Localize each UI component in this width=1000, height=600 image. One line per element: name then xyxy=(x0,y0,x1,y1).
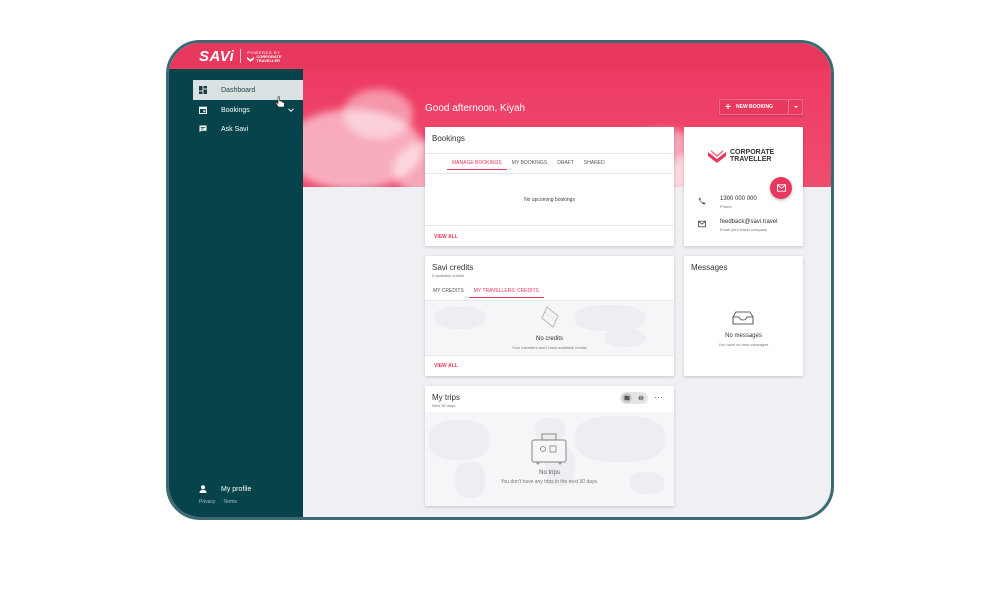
map-continent xyxy=(429,420,489,460)
phone-icon xyxy=(698,197,706,205)
bookings-tabs: MANAGE BOOKINGS MY BOOKINGS DRAFT SHARED xyxy=(447,156,610,170)
sidebar-item-label: Dashboard xyxy=(221,86,256,94)
trips-empty-text: You don't have any trips in the next 30 … xyxy=(500,479,599,485)
sidebar-item-label: My profile xyxy=(221,485,252,493)
phone-row[interactable]: 1300 000 000 Phone xyxy=(698,196,757,209)
tab-my-travellers-credits[interactable]: MY TRAVELLERS' CREDITS xyxy=(468,284,544,298)
phone-number: 1300 000 000 xyxy=(720,196,757,202)
credits-subtitle: 0 available credits xyxy=(432,273,465,278)
sidebar-item-label: Ask Savi xyxy=(221,125,249,133)
tab-my-credits[interactable]: MY CREDITS xyxy=(428,284,469,298)
tab-my-bookings[interactable]: MY BOOKINGS xyxy=(507,156,552,170)
chat-icon xyxy=(199,125,207,133)
top-bar: SAVi POWERED BY CORPORATE TRAVELLER xyxy=(169,43,831,69)
bookings-title: Bookings xyxy=(432,134,465,143)
corporate-traveller-mark-icon xyxy=(247,56,255,62)
email-fab-button[interactable] xyxy=(770,177,792,199)
tab-shared[interactable]: SHARED xyxy=(579,156,610,170)
luggage-icon xyxy=(531,433,567,465)
main-content: Good afternoon, Kiyah + NEW BOOKING Book… xyxy=(303,69,831,517)
person-icon xyxy=(199,485,207,493)
logo-line-1: CORPORATE xyxy=(730,149,775,156)
bookings-card: Bookings MANAGE BOOKINGS MY BOOKINGS DRA… xyxy=(425,127,674,246)
email-label: Email your travel company xyxy=(720,227,768,232)
caret-down-icon xyxy=(793,106,798,108)
my-trips-card: My trips Next 30 days ⋯ No trips You don… xyxy=(425,386,674,506)
map-continent xyxy=(575,305,645,331)
globe-view-icon[interactable] xyxy=(636,393,646,403)
powered-by-logo: POWERED BY CORPORATE TRAVELLER xyxy=(247,50,282,63)
mail-icon xyxy=(698,220,706,228)
corporate-traveller-mark-icon xyxy=(708,149,726,163)
logo-divider xyxy=(240,49,242,63)
tab-manage-bookings[interactable]: MANAGE BOOKINGS xyxy=(447,156,507,170)
messages-empty-title: No messages xyxy=(725,333,762,339)
new-booking-label: NEW BOOKING xyxy=(736,104,773,110)
map-view-icon[interactable] xyxy=(622,393,632,403)
inbox-icon xyxy=(732,311,754,325)
terms-link[interactable]: Terms xyxy=(223,499,237,505)
mail-icon xyxy=(776,184,786,192)
view-toggle xyxy=(620,392,648,404)
new-booking-dropdown[interactable] xyxy=(788,100,802,114)
new-booking-button[interactable]: + NEW BOOKING xyxy=(719,99,803,115)
map-continent xyxy=(575,416,665,462)
sidebar-item-dashboard[interactable]: Dashboard xyxy=(193,80,303,108)
email-address: feedback@savi.travel xyxy=(720,219,778,225)
more-options-icon[interactable]: ⋯ xyxy=(654,392,663,402)
divider xyxy=(425,173,674,174)
bookings-empty-text: No upcoming bookings xyxy=(524,197,575,203)
cloud-decoration xyxy=(343,89,413,139)
messages-title: Messages xyxy=(691,263,728,272)
privacy-link[interactable]: Privacy xyxy=(199,499,215,505)
sidebar: Dashboard Bookings Ask Savi My profile P… xyxy=(169,69,303,517)
travel-company-card: CORPORATE TRAVELLER 1300 000 000 Phone f… xyxy=(684,127,803,246)
messages-card: Messages No messages You have no new mes… xyxy=(684,256,803,376)
plus-icon: + xyxy=(725,101,731,113)
sidebar-item-ask-savi[interactable]: Ask Savi xyxy=(193,119,303,139)
chevron-down-icon[interactable] xyxy=(287,106,295,114)
tab-draft[interactable]: DRAFT xyxy=(552,156,579,170)
partner-line-2: TRAVELLER xyxy=(256,57,281,63)
savi-logo[interactable]: SAVi xyxy=(199,48,234,65)
sidebar-item-my-profile[interactable]: My profile xyxy=(193,479,303,499)
bookings-view-all-link[interactable]: VIEW ALL xyxy=(434,234,458,240)
trips-empty-title: No trips xyxy=(539,470,560,476)
calendar-icon xyxy=(199,106,207,114)
sidebar-item-label: Bookings xyxy=(221,106,250,114)
logo-line-2: TRAVELLER xyxy=(730,156,772,163)
greeting-heading: Good afternoon, Kiyah xyxy=(425,103,526,114)
trips-subtitle: Next 30 days xyxy=(432,403,456,408)
savi-credits-card: Savi credits 0 available credits MY CRED… xyxy=(425,256,674,376)
sidebar-item-bookings[interactable]: Bookings xyxy=(193,100,303,120)
credits-empty-title: No credits xyxy=(535,336,563,342)
phone-label: Phone xyxy=(720,204,732,209)
credits-view-all-link[interactable]: VIEW ALL xyxy=(434,363,458,369)
divider xyxy=(425,225,674,226)
credits-title: Savi credits xyxy=(432,263,474,272)
map-continent xyxy=(435,307,485,329)
divider xyxy=(425,153,674,154)
messages-empty-text: You have no new messages xyxy=(718,342,769,347)
trips-title: My trips xyxy=(432,393,460,402)
email-row[interactable]: feedback@savi.travel Email your travel c… xyxy=(698,219,777,232)
dashboard-icon xyxy=(199,86,207,94)
credits-empty-text: Your travellers don't have available cre… xyxy=(512,345,587,350)
credits-tabs: MY CREDITS MY TRAVELLERS' CREDITS xyxy=(428,284,544,298)
ticket-icon xyxy=(541,306,559,328)
sidebar-footer: Privacy Terms xyxy=(199,499,237,505)
corporate-traveller-logo: CORPORATE TRAVELLER xyxy=(708,149,774,164)
divider xyxy=(425,355,674,356)
app-window: SAVi POWERED BY CORPORATE TRAVELLER Dash… xyxy=(166,40,834,520)
